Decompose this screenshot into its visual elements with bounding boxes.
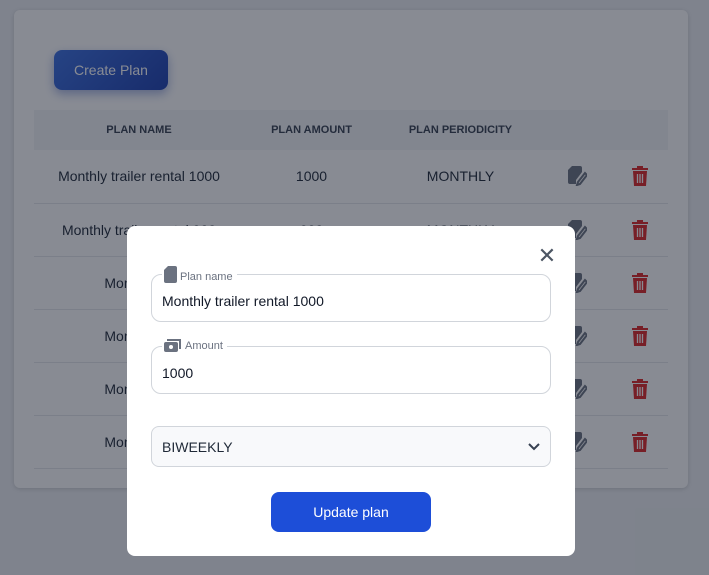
amount-label: Amount — [185, 340, 223, 352]
money-icon — [164, 339, 181, 352]
plan-name-label: Plan name — [180, 271, 233, 283]
plan-name-field[interactable]: Plan name Monthly trailer rental 1000 — [151, 266, 551, 322]
edit-plan-modal: ✕ Plan name Monthly trailer rental 1000 … — [127, 226, 575, 556]
close-icon[interactable]: ✕ — [537, 245, 557, 267]
plan-name-input[interactable]: Monthly trailer rental 1000 — [162, 293, 324, 309]
amount-field[interactable]: Amount 1000 — [151, 338, 551, 394]
document-icon — [164, 266, 177, 283]
chevron-down-icon — [528, 442, 540, 450]
amount-input[interactable]: 1000 — [162, 365, 193, 381]
update-plan-button[interactable]: Update plan — [271, 492, 431, 532]
periodicity-select[interactable]: BIWEEKLY — [151, 426, 551, 467]
periodicity-value: BIWEEKLY — [162, 438, 233, 455]
